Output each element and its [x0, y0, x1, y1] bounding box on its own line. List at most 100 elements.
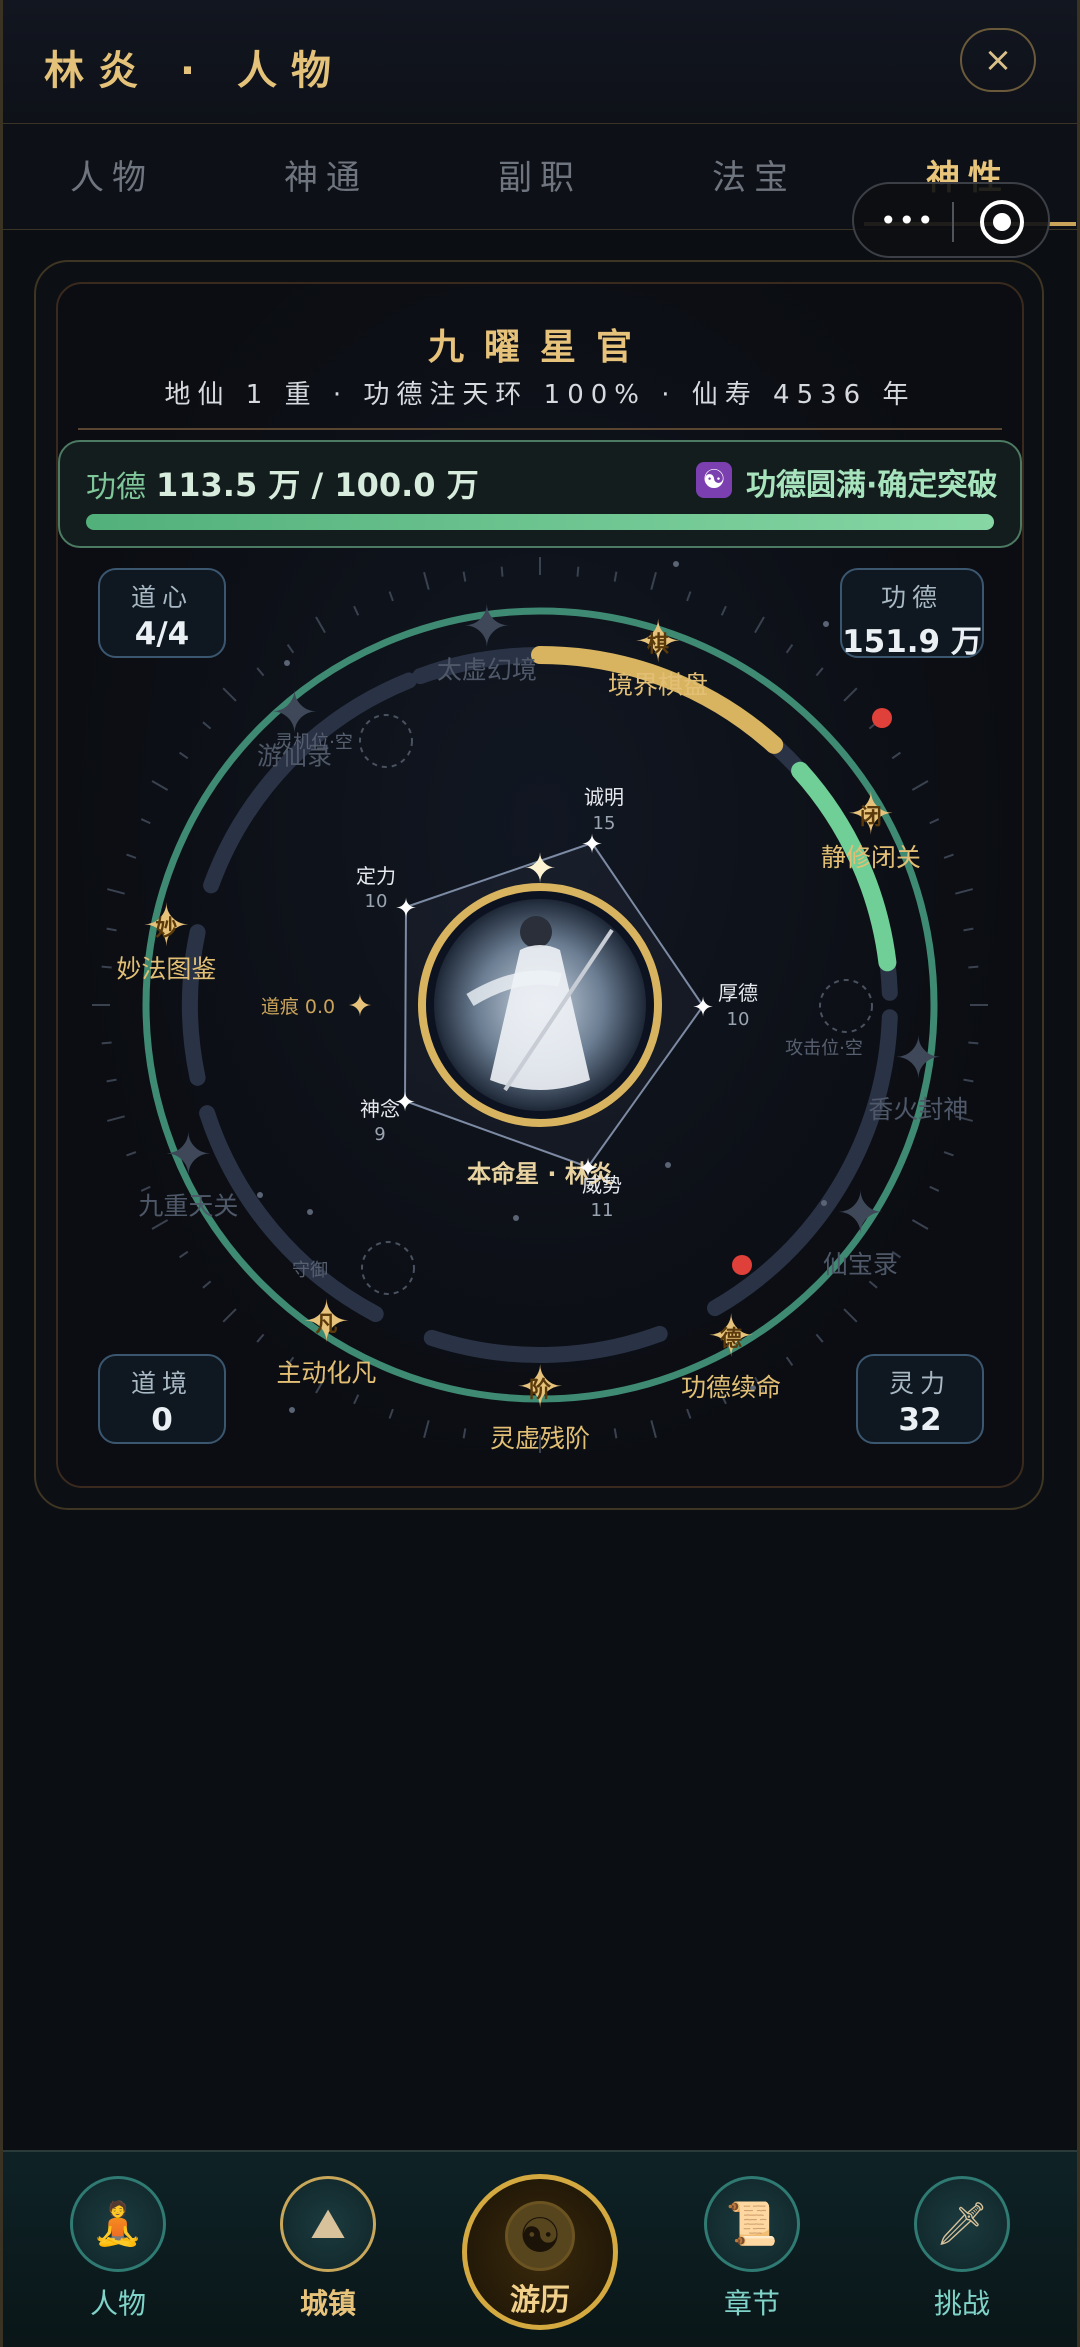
tick-mark	[968, 965, 979, 969]
node-label: 九重天关	[138, 1191, 238, 1220]
node-label: 仙宝录	[823, 1250, 898, 1279]
tick-mark	[963, 1078, 974, 1083]
tick-mark	[963, 927, 974, 932]
stat-daoxin: 道心 4/4	[98, 568, 226, 658]
empty-slot[interactable]	[819, 979, 873, 1033]
attribute-star-icon: ✦	[692, 993, 714, 1023]
tick-mark	[929, 818, 940, 825]
tick-mark	[423, 572, 430, 590]
nav-travel[interactable]: ☯ 游历	[462, 2174, 618, 2330]
tick-mark	[943, 853, 954, 859]
slot-label: 攻击位·空	[785, 1038, 863, 1059]
nav-town[interactable]: ⛰ 城镇	[258, 2176, 398, 2322]
tick-mark	[613, 1428, 618, 1439]
node-star-icon: ✦	[164, 1120, 213, 1188]
empty-slot[interactable]	[361, 1241, 415, 1295]
tick-mark	[107, 1115, 125, 1122]
star-dot	[284, 660, 290, 666]
star-dot	[665, 1162, 671, 1168]
tick-mark	[388, 1408, 394, 1419]
tick-mark	[613, 571, 618, 582]
node-label: 境界棋盘	[608, 671, 708, 700]
node-glyph: 阶	[529, 1377, 552, 1403]
tick-mark	[891, 751, 902, 760]
node-star-icon: ✦	[836, 1179, 885, 1247]
tick-mark	[843, 687, 858, 702]
tick-mark	[423, 1420, 430, 1438]
node-label: 功德续命	[681, 1373, 781, 1402]
tick-mark	[106, 927, 117, 932]
tick-mark	[126, 1151, 137, 1157]
node-star-icon: ✦	[463, 593, 512, 661]
alert-dot	[732, 1255, 752, 1275]
yin-yang-icon: ☯	[505, 2201, 575, 2271]
tick-mark	[968, 1041, 979, 1045]
stat-gongde: 功德 151.9 万	[840, 568, 984, 660]
tick-mark	[785, 643, 794, 654]
tick-mark	[222, 687, 237, 702]
star-dot	[673, 561, 679, 567]
nav-challenge[interactable]: 🗡 挑战	[892, 2176, 1032, 2322]
tick-mark	[256, 667, 265, 677]
node-label: 灵虚残阶	[490, 1424, 590, 1453]
tick-mark	[388, 591, 394, 602]
ring-segment	[423, 1325, 668, 1364]
top-star-icon: ✦	[523, 846, 557, 892]
nav-label: 章节	[723, 2287, 780, 2320]
tick-mark	[720, 605, 727, 616]
nav-label: 游历	[510, 2283, 570, 2318]
tick-mark	[151, 1219, 169, 1230]
tick-mark	[140, 818, 151, 825]
tick-mark	[785, 1356, 794, 1367]
wheel-node[interactable]: ✦太虚幻境	[437, 593, 537, 685]
attribute-value: 11	[591, 1200, 614, 1221]
nav-label: 人物	[89, 2287, 146, 2320]
tick-mark	[126, 853, 137, 859]
tick-mark	[222, 1308, 237, 1323]
attribute-value: 15	[593, 813, 616, 834]
sword-icon: 🗡	[914, 2176, 1010, 2272]
attribute-value: 9	[374, 1124, 385, 1145]
stat-label: 道心	[130, 583, 193, 612]
nav-character[interactable]: 🧘 人物	[48, 2176, 188, 2322]
tick-mark	[202, 721, 212, 730]
nav-label: 城镇	[299, 2287, 356, 2320]
node-glyph: 棋	[647, 632, 669, 658]
node-label: 香火封神	[868, 1095, 968, 1124]
tick-mark	[686, 1408, 692, 1419]
slot-label: 灵机位·空	[275, 732, 353, 753]
stat-value: 4/4	[134, 616, 190, 652]
tick-mark	[286, 643, 295, 654]
node-label: 静修闭关	[821, 843, 921, 872]
tick-mark	[650, 572, 657, 590]
nav-chapter[interactable]: 📜 章节	[682, 2176, 822, 2322]
tick-mark	[576, 566, 580, 577]
empty-slot[interactable]	[359, 714, 413, 768]
tick-mark	[843, 1308, 858, 1323]
daohen-star-icon: ✦	[347, 989, 372, 1024]
node-glyph: 德	[720, 1326, 742, 1352]
wheel-node[interactable]: ✦阶灵虚残阶	[490, 1353, 590, 1453]
tick-mark	[178, 1250, 189, 1259]
attribute-name: 威势	[582, 1173, 622, 1197]
star-dot	[823, 621, 829, 627]
stat-value: 32	[898, 1402, 942, 1438]
stat-value: 0	[151, 1402, 173, 1438]
star-dot	[821, 1200, 827, 1206]
slot-label: 守御	[292, 1260, 328, 1281]
wheel-node[interactable]: ✦德功德续命	[681, 1302, 781, 1402]
nav-label: 挑战	[933, 2287, 990, 2320]
town-icon: ⛰	[280, 2176, 376, 2272]
attribute-value: 10	[365, 891, 388, 912]
star-wheel: ✦ ✦ 道痕 0.0 本命星 · 林炎 ✦诚明15✦ 厚德10✦威势11✦神念9✦…	[92, 557, 988, 1453]
tick-mark	[462, 1428, 467, 1439]
stat-value: 151.9 万	[842, 624, 982, 660]
stat-lingli: 灵力 32	[856, 1354, 984, 1444]
node-label: 主动化凡	[276, 1359, 376, 1388]
node-glyph: 闭	[860, 805, 882, 830]
tick-mark	[353, 605, 360, 616]
tick-mark	[107, 888, 125, 895]
tick-mark	[106, 1078, 117, 1083]
alert-dot	[872, 708, 892, 728]
tick-mark	[868, 1280, 878, 1289]
